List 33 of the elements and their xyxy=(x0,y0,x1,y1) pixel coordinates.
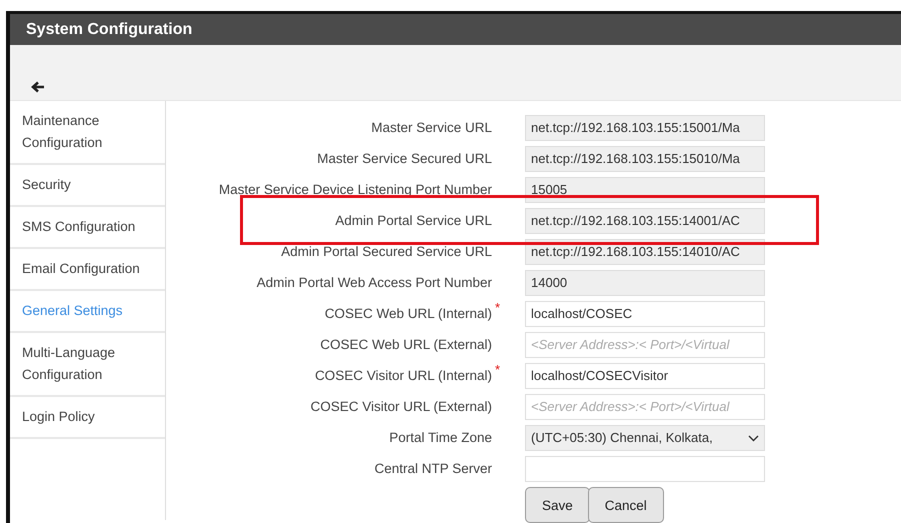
form-button[interactable]: Save xyxy=(525,487,590,523)
field-label: COSEC Web URL (Internal) xyxy=(324,305,492,323)
field-label: COSEC Visitor URL (External) xyxy=(309,398,492,416)
sidebar-item[interactable]: Multi-Language Configuration xyxy=(10,333,165,397)
field-label: Admin Portal Web Access Port Number xyxy=(256,274,492,292)
field-label: Central NTP Server xyxy=(373,460,492,478)
form-button[interactable]: Cancel xyxy=(588,487,664,523)
dropdown[interactable]: (UTC+05:30) Chennai, Kolkata, xyxy=(525,425,765,451)
input-field[interactable]: net.tcp://192.168.103.155:15010/Ma xyxy=(525,146,765,172)
field-label: Master Service URL xyxy=(370,119,492,137)
field-label: Portal Time Zone xyxy=(388,429,492,447)
window-title: System Configuration xyxy=(26,20,192,38)
input-field[interactable]: 14000 xyxy=(525,270,765,296)
field-label: Admin Portal Service URL xyxy=(334,212,492,230)
field-label: Master Service Device Listening Port Number xyxy=(218,181,492,199)
chevron-down-icon xyxy=(748,434,759,442)
input-field[interactable] xyxy=(525,456,765,482)
input-field[interactable]: net.tcp://192.168.103.155:15001/Ma xyxy=(525,115,765,141)
field-label: COSEC Web URL (External) xyxy=(319,336,492,354)
sidebar-item[interactable]: Email Configuration xyxy=(10,249,165,291)
input-field[interactable]: localhost/COSEC xyxy=(525,301,765,327)
sidebar-item[interactable]: Security xyxy=(10,165,165,207)
required-mark: * xyxy=(495,300,500,315)
required-mark: * xyxy=(495,362,500,377)
field-label: Master Service Secured URL xyxy=(316,150,492,168)
sidebar-item[interactable]: SMS Configuration xyxy=(10,207,165,249)
sidebar-item[interactable]: Maintenance Configuration xyxy=(10,101,165,165)
sidebar-item[interactable]: Login Policy xyxy=(10,397,165,439)
field-label: COSEC Visitor URL (Internal) xyxy=(314,367,492,385)
back-arrow-icon[interactable] xyxy=(31,81,45,93)
input-field[interactable]: net.tcp://192.168.103.155:14001/AC xyxy=(525,208,765,234)
input-field[interactable]: localhost/COSECVisitor xyxy=(525,363,765,389)
field-label: Admin Portal Secured Service URL xyxy=(280,243,492,261)
